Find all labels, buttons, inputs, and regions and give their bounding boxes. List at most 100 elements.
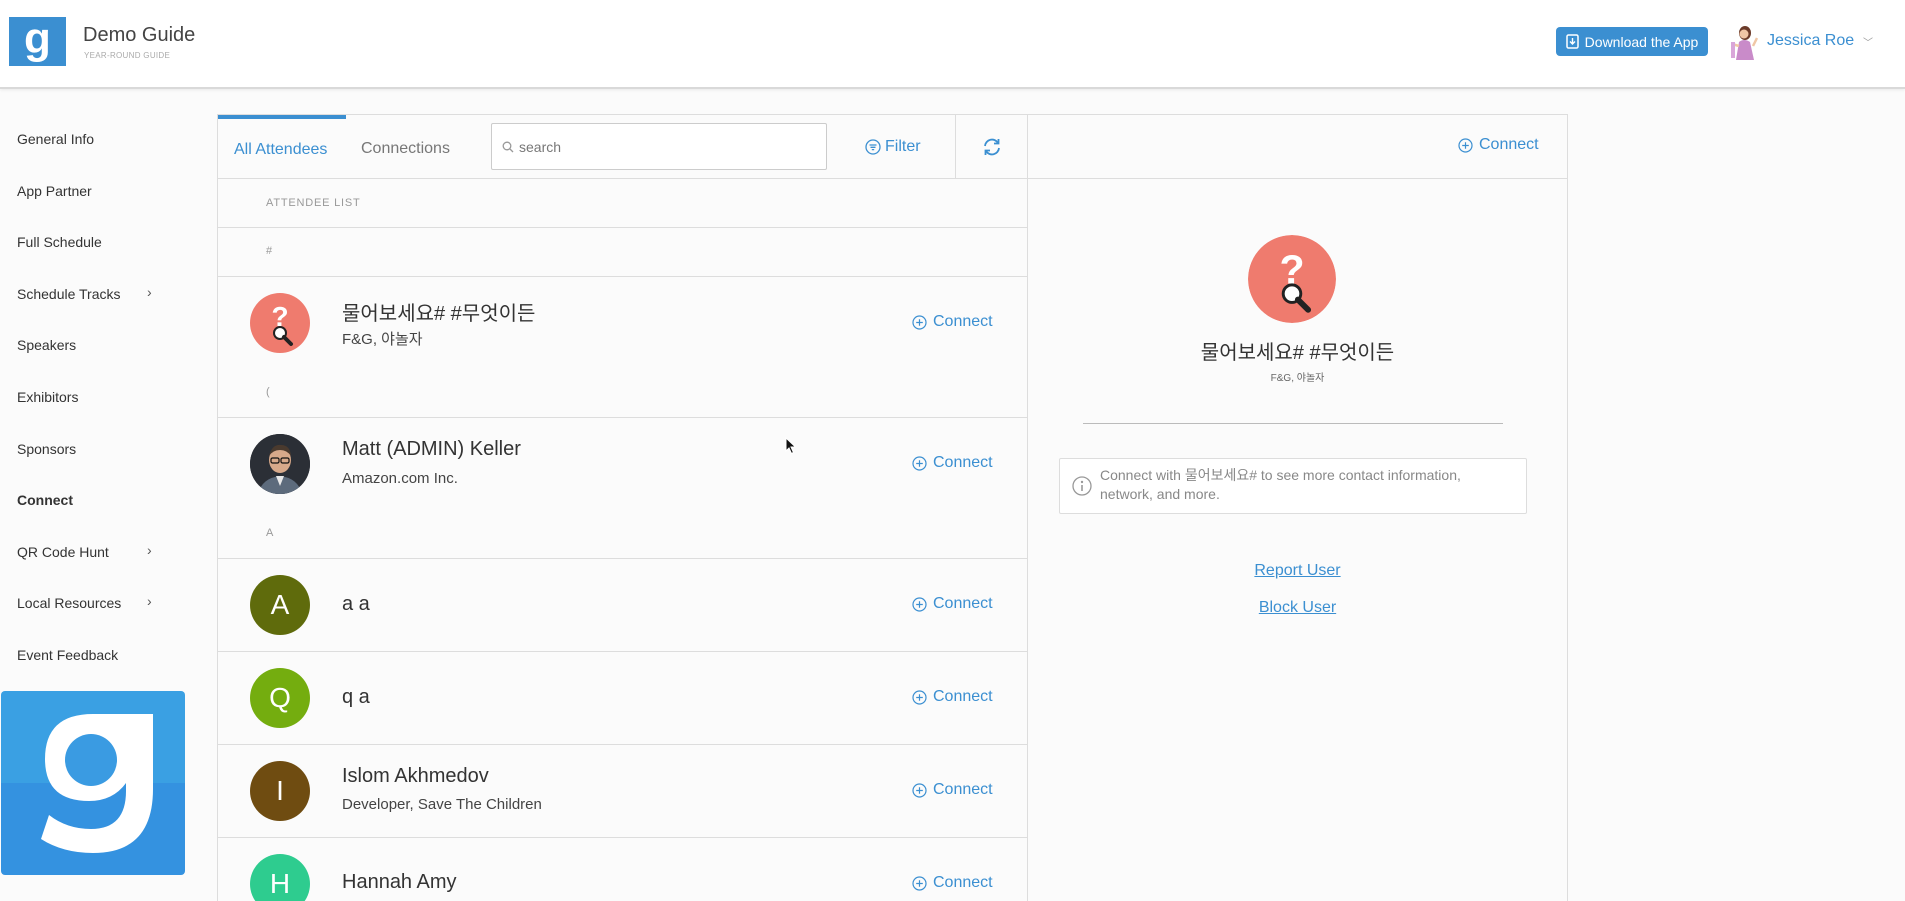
- connect-button[interactable]: Connect: [912, 313, 993, 331]
- divider: [218, 651, 1027, 652]
- sidebar-item-event-feedback[interactable]: Event Feedback: [17, 647, 118, 663]
- connect-label: Connect: [933, 781, 993, 798]
- attendee-name: a a: [342, 593, 370, 615]
- tab-connections[interactable]: Connections: [361, 140, 450, 158]
- attendee-list-header: ATTENDEE LIST: [266, 197, 361, 209]
- detail-connect-label: Connect: [1479, 136, 1539, 153]
- chevron-right-icon[interactable]: ›: [147, 593, 152, 609]
- person-photo: [250, 434, 310, 494]
- tab-all-attendees[interactable]: All Attendees: [234, 141, 327, 159]
- user-avatar[interactable]: [1728, 24, 1758, 60]
- sidebar-item-connect[interactable]: Connect: [17, 492, 73, 508]
- filter-label: Filter: [885, 138, 921, 155]
- app-subtitle: YEAR-ROUND GUIDE: [84, 51, 171, 60]
- sidebar-item-local-resources[interactable]: Local Resources: [17, 595, 121, 611]
- info-icon: [1072, 476, 1092, 496]
- connect-label: Connect: [933, 454, 993, 471]
- connect-button[interactable]: Connect: [912, 454, 993, 472]
- info-text: Connect with 물어보세요# to see more contact …: [1100, 467, 1461, 502]
- app-header: g Demo Guide YEAR-ROUND GUIDE Download t…: [0, 0, 1905, 89]
- divider: [218, 837, 1027, 838]
- download-app-button[interactable]: Download the App: [1556, 27, 1708, 56]
- filter-icon: [865, 139, 881, 155]
- avatar: [250, 434, 310, 494]
- avatar: ?: [250, 293, 310, 353]
- attendee-subtitle: Developer, Save The Children: [342, 796, 542, 813]
- refresh-button[interactable]: [955, 115, 1027, 179]
- divider: [218, 227, 1027, 228]
- sidebar-item-sponsors[interactable]: Sponsors: [17, 441, 76, 457]
- sidebar-item-general-info[interactable]: General Info: [17, 131, 94, 147]
- filter-button[interactable]: Filter: [865, 138, 921, 156]
- avatar: I: [250, 761, 310, 821]
- attendee-subtitle: F&G, 야놀자: [342, 331, 423, 348]
- attendee-name: 물어보세요# #무엇이든: [342, 303, 536, 325]
- detail-avatar: ?: [1248, 235, 1336, 323]
- avatar: Q: [250, 668, 310, 728]
- connect-label: Connect: [933, 688, 993, 705]
- plus-circle-icon: [912, 314, 927, 330]
- info-notice: Connect with 물어보세요# to see more contact …: [1059, 458, 1527, 514]
- app-logo[interactable]: g: [9, 13, 66, 66]
- tab-bar: All Attendees Connections Filter: [218, 115, 1027, 179]
- search-icon: [502, 141, 514, 153]
- sidebar-item-schedule-tracks[interactable]: Schedule Tracks: [17, 286, 121, 302]
- section-letter: #: [266, 245, 273, 257]
- active-tab-indicator: [218, 115, 346, 119]
- attendee-subtitle: Amazon.com Inc.: [342, 470, 458, 487]
- sidebar-item-app-partner[interactable]: App Partner: [17, 183, 92, 199]
- connect-button[interactable]: Connect: [912, 874, 993, 892]
- sidebar-item-qr-code-hunt[interactable]: QR Code Hunt: [17, 544, 109, 560]
- avatar: H: [250, 854, 310, 901]
- plus-circle-icon: [912, 455, 927, 471]
- user-name[interactable]: Jessica Roe: [1767, 32, 1854, 50]
- app-title: Demo Guide: [83, 24, 196, 46]
- plus-circle-icon: [912, 782, 927, 798]
- connect-label: Connect: [933, 595, 993, 612]
- chevron-down-icon[interactable]: ﹀: [1863, 34, 1873, 49]
- connect-button[interactable]: Connect: [912, 781, 993, 799]
- attendee-name: q a: [342, 686, 370, 708]
- sidebar-item-full-schedule[interactable]: Full Schedule: [17, 234, 102, 250]
- attendee-name: Islom Akhmedov: [342, 765, 489, 787]
- section-letter: A: [266, 527, 275, 539]
- search-input[interactable]: [519, 135, 809, 159]
- search-box[interactable]: [491, 123, 827, 170]
- report-user-link[interactable]: Report User: [1028, 562, 1567, 580]
- guidebook-g-icon: [41, 714, 153, 853]
- attendee-name: Matt (ADMIN) Keller: [342, 438, 521, 460]
- block-user-link[interactable]: Block User: [1028, 599, 1567, 617]
- divider: [218, 558, 1027, 559]
- download-app-label: Download the App: [1584, 33, 1699, 50]
- sponsor-logo: [1, 691, 185, 875]
- plus-circle-icon: [912, 596, 927, 612]
- chevron-right-icon[interactable]: ›: [147, 284, 152, 300]
- question-search-icon: ?: [271, 301, 293, 346]
- attendee-detail-panel: Connect ? 물어보세요# #무엇이든 F&G, 야놀자 Connect …: [1028, 114, 1568, 901]
- attendee-name: Hannah Amy: [342, 871, 457, 893]
- detail-name: 물어보세요# #무엇이든: [1200, 342, 1395, 364]
- refresh-icon: [983, 138, 1000, 156]
- detail-toolbar: Connect: [1028, 115, 1567, 179]
- chevron-right-icon[interactable]: ›: [147, 542, 152, 558]
- plus-circle-icon: [1458, 137, 1473, 153]
- download-icon: [1565, 34, 1579, 49]
- divider: [1083, 423, 1503, 424]
- connect-button[interactable]: Connect: [912, 595, 993, 613]
- plus-circle-icon: [912, 689, 927, 705]
- logo-letter: g: [24, 13, 51, 63]
- sidebar-item-exhibitors[interactable]: Exhibitors: [17, 389, 78, 405]
- detail-connect-button[interactable]: Connect: [1458, 136, 1539, 154]
- divider: [218, 417, 1027, 418]
- sidebar-item-speakers[interactable]: Speakers: [17, 337, 76, 353]
- connect-button[interactable]: Connect: [912, 688, 993, 706]
- plus-circle-icon: [912, 875, 927, 891]
- avatar: A: [250, 575, 310, 635]
- connect-label: Connect: [933, 874, 993, 891]
- attendee-panel: All Attendees Connections Filter ATTENDE…: [217, 114, 1028, 901]
- connect-label: Connect: [933, 313, 993, 330]
- section-letter: (: [266, 386, 271, 398]
- mouse-cursor-icon: [785, 437, 797, 455]
- question-search-icon: ?: [1248, 235, 1336, 323]
- divider: [218, 276, 1027, 277]
